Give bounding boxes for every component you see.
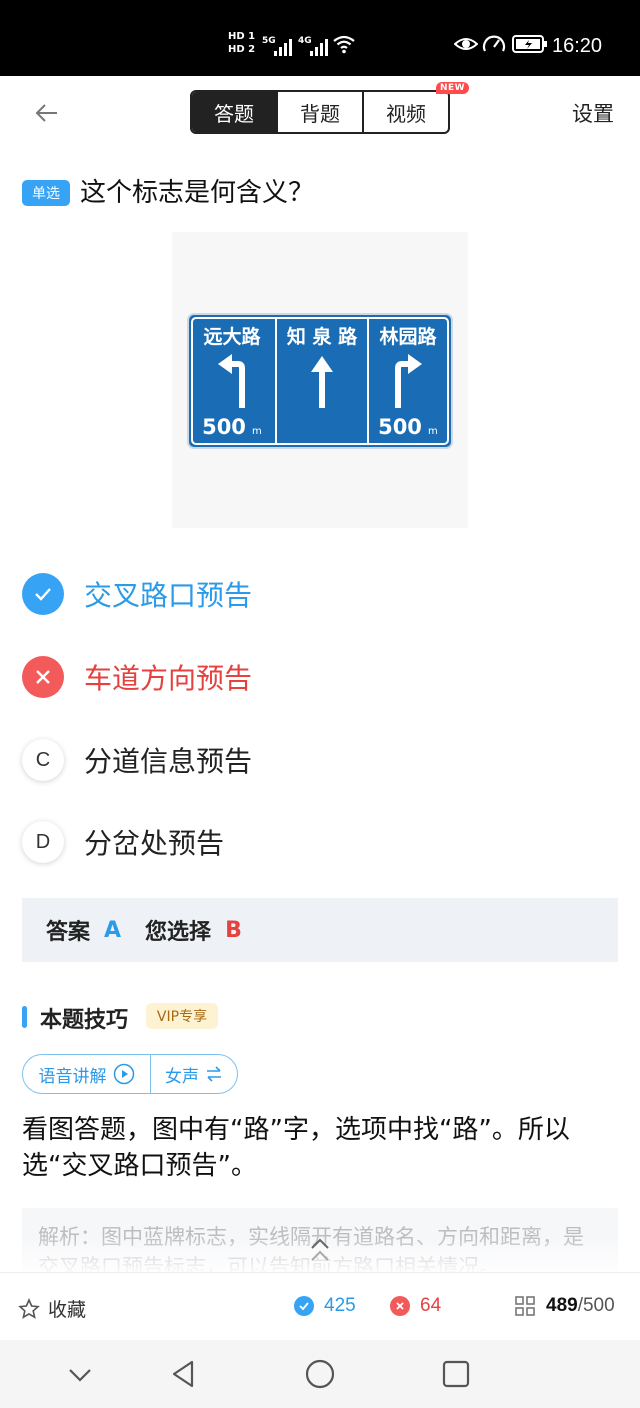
sign-unit-1: m	[252, 426, 262, 437]
sign-unit-3: m	[428, 426, 438, 437]
voice-explain-label: 语音讲解	[38, 1066, 107, 1087]
check-icon	[22, 573, 64, 615]
option-c[interactable]: C 分道信息预告	[22, 738, 252, 782]
check-circle-icon	[294, 1296, 314, 1316]
option-a-text: 交叉路口预告	[84, 579, 253, 612]
status-bar: HD 1 HD 2 5G 4G 16:20	[0, 0, 640, 76]
option-c-letter: C	[22, 739, 64, 781]
wifi-icon	[333, 35, 355, 54]
answer-label: 答案	[46, 920, 91, 945]
question-image: 远大路 500 m 知 泉 路 林园路 500 m	[172, 232, 468, 528]
cross-icon	[22, 656, 64, 698]
tip-text: 看图答题，图中有“路”字，选项中找“路”。所以选“交叉路口预告”。	[22, 1115, 570, 1181]
expand-chevron-icon[interactable]	[306, 1236, 334, 1272]
mode-tabs: 答题 背题 视频	[190, 90, 450, 134]
tab-answer[interactable]: 答题	[192, 92, 278, 132]
eye-icon	[454, 38, 478, 50]
chosen-answer: B	[225, 917, 242, 943]
progress-current: 489	[546, 1295, 578, 1316]
progress-total: /500	[577, 1295, 615, 1316]
system-nav-bar	[0, 1340, 640, 1408]
tab-video[interactable]: 视频	[364, 92, 448, 132]
sim2-label: HD 2	[228, 44, 256, 55]
section-marker	[22, 1006, 27, 1028]
voice-gender-toggle[interactable]: 女声	[151, 1055, 237, 1093]
app-header: 答题 背题 视频 NEW 设置	[0, 76, 640, 152]
nav-collapse-icon[interactable]	[62, 1356, 98, 1392]
signal1-icon	[274, 38, 292, 56]
favorite-label: 收藏	[48, 1300, 87, 1321]
nav-home-icon[interactable]	[302, 1356, 338, 1392]
new-badge: NEW	[436, 82, 470, 94]
speedometer-icon	[482, 35, 506, 52]
nav-recents-icon[interactable]	[438, 1356, 474, 1392]
cross-circle-icon	[390, 1296, 410, 1316]
option-b[interactable]: 车道方向预告	[22, 655, 252, 699]
option-d[interactable]: D 分岔处预告	[22, 820, 224, 864]
sign-distance-1: 500	[202, 415, 246, 439]
wrong-count[interactable]: 64	[390, 1295, 441, 1317]
sign-road-2: 知 泉 路	[287, 325, 358, 348]
play-icon	[113, 1063, 134, 1085]
vip-badge: VIP专享	[146, 1003, 218, 1029]
swap-icon	[207, 1066, 221, 1082]
correct-answer: A	[104, 917, 122, 943]
option-b-text: 车道方向预告	[84, 662, 253, 695]
question-text: 这个标志是何含义？	[80, 178, 315, 208]
sign-distance-3: 500	[378, 415, 422, 439]
answer-summary: 答案 A 您选择 B	[22, 898, 618, 962]
chosen-label: 您选择	[145, 920, 212, 945]
star-icon	[18, 1297, 40, 1319]
option-a[interactable]: 交叉路口预告	[22, 572, 252, 616]
settings-button[interactable]: 设置	[572, 98, 614, 128]
sim-indicators: HD 1 HD 2	[228, 30, 255, 56]
battery-icon	[512, 35, 547, 53]
question-type-badge: 单选	[22, 180, 70, 206]
voice-explain-button[interactable]: 语音讲解	[23, 1055, 151, 1093]
back-arrow-icon[interactable]	[32, 98, 62, 128]
tips-title: 本题技巧	[40, 1008, 129, 1033]
option-c-text: 分道信息预告	[84, 745, 253, 778]
quiz-bottom-bar: 收藏 425 64 489 /500	[0, 1272, 640, 1340]
road-sign: 远大路 500 m 知 泉 路 林园路 500 m	[187, 313, 453, 449]
option-d-letter: D	[22, 821, 64, 863]
correct-count-value: 425	[324, 1295, 356, 1316]
signal2-icon	[310, 38, 328, 56]
voice-gender-label: 女声	[165, 1066, 199, 1087]
clock: 16:20	[552, 35, 603, 57]
grid-icon	[515, 1296, 535, 1316]
favorite-button[interactable]: 收藏	[18, 1295, 86, 1322]
nav-back-icon[interactable]	[166, 1356, 202, 1392]
question-progress[interactable]: 489 /500	[514, 1295, 615, 1317]
option-d-text: 分岔处预告	[84, 827, 225, 860]
wrong-count-value: 64	[420, 1295, 442, 1316]
correct-count[interactable]: 425	[294, 1295, 356, 1317]
tab-study[interactable]: 背题	[278, 92, 364, 132]
sign-road-1: 远大路	[203, 325, 261, 348]
sign-road-3: 林园路	[379, 325, 437, 348]
voice-explain-control: 语音讲解 女声	[22, 1054, 238, 1094]
sim1-label: HD 1	[228, 31, 256, 42]
